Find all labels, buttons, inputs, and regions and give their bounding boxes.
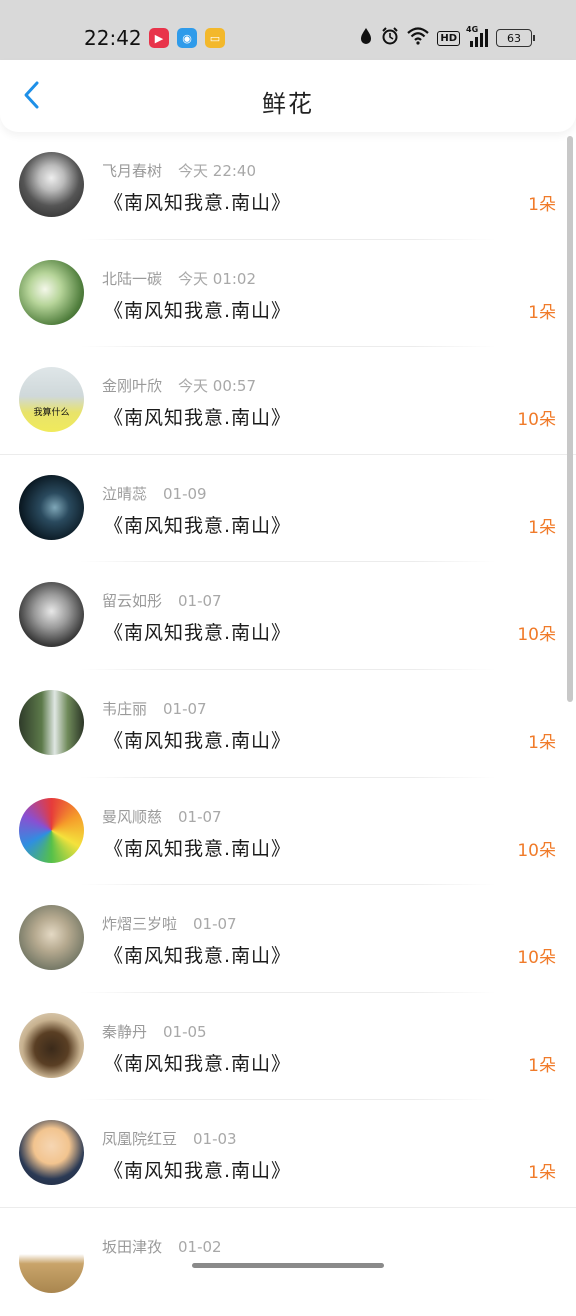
avatar: [19, 475, 84, 540]
data-saver-icon: [359, 27, 373, 49]
flower-gift-list: 飞月春树今天 22:40 《南风知我意.南山》 1朵 北陆一碳今天 01:02 …: [0, 132, 576, 1316]
hd-badge: HD: [437, 31, 460, 46]
item-meta: 秦静丹 01-05: [102, 1021, 207, 1042]
item-message: 《南风知我意.南山》: [104, 511, 291, 538]
item-meta: 凤凰院红豆 01-03: [102, 1128, 237, 1149]
send-time: 01-09: [163, 485, 207, 503]
flower-count: 1朵: [528, 513, 556, 538]
wifi-icon: [407, 27, 429, 49]
avatar: [19, 260, 84, 325]
send-time: 今天 00:57: [178, 377, 256, 395]
flower-count: 1朵: [528, 1158, 556, 1183]
send-time: 01-05: [163, 1023, 207, 1041]
list-item[interactable]: 泣晴蕊 01-09 《南风知我意.南山》 1朵: [0, 455, 576, 563]
avatar: [19, 152, 84, 217]
list-item[interactable]: 韦庄丽 01-07 《南风知我意.南山》 1朵: [0, 670, 576, 778]
flower-count: 1朵: [528, 728, 556, 753]
avatar: [19, 1120, 84, 1185]
send-time: 01-02: [178, 1238, 222, 1256]
send-time: 01-07: [193, 915, 237, 933]
list-item[interactable]: 凤凰院红豆 01-03 《南风知我意.南山》 1朵: [0, 1100, 576, 1208]
item-message: 《南风知我意.南山》: [104, 726, 291, 753]
flower-count: 1朵: [528, 190, 556, 215]
list-item[interactable]: 秦静丹 01-05 《南风知我意.南山》 1朵: [0, 993, 576, 1101]
system-icons: HD 4G 63: [359, 27, 532, 49]
item-meta: 炸熠三岁啦 01-07: [102, 913, 237, 934]
list-item[interactable]: 北陆一碳今天 01:02 《南风知我意.南山》 1朵: [0, 240, 576, 348]
send-time: 01-03: [193, 1130, 237, 1148]
avatar: [19, 690, 84, 755]
status-time: 22:42: [84, 26, 142, 50]
sender-name: 泣晴蕊: [102, 485, 147, 503]
flower-count: 10朵: [517, 620, 556, 645]
avatar: [19, 905, 84, 970]
app-header: 鲜花: [0, 60, 576, 132]
home-indicator[interactable]: [192, 1263, 384, 1268]
item-meta: 曼风顺慈 01-07: [102, 806, 222, 827]
sender-name: 北陆一碳: [102, 270, 162, 288]
send-time: 01-07: [163, 700, 207, 718]
signal-label: 4G: [466, 25, 478, 34]
item-message: 《南风知我意.南山》: [104, 188, 291, 215]
list-item[interactable]: 炸熠三岁啦 01-07 《南风知我意.南山》 10朵: [0, 885, 576, 993]
avatar: [19, 582, 84, 647]
avatar: [19, 1228, 84, 1293]
item-message: 《南风知我意.南山》: [104, 1156, 291, 1183]
item-message: 《南风知我意.南山》: [104, 296, 291, 323]
page-title: 鲜花: [0, 84, 576, 119]
flower-count: 10朵: [517, 405, 556, 430]
item-meta: 坂田津孜 01-02: [102, 1236, 222, 1257]
sender-name: 金刚叶欣: [102, 377, 162, 395]
flower-count: 1朵: [528, 298, 556, 323]
item-meta: 泣晴蕊 01-09: [102, 483, 207, 504]
sender-name: 秦静丹: [102, 1023, 147, 1041]
item-meta: 金刚叶欣今天 00:57: [102, 375, 256, 396]
list-item[interactable]: 曼风顺慈 01-07 《南风知我意.南山》 10朵: [0, 778, 576, 886]
avatar: [19, 798, 84, 863]
sender-name: 曼风顺慈: [102, 808, 162, 826]
item-meta: 北陆一碳今天 01:02: [102, 268, 256, 289]
alarm-icon: [381, 27, 399, 49]
flower-count: 10朵: [517, 943, 556, 968]
item-message: 《南风知我意.南山》: [104, 941, 291, 968]
sender-name: 凤凰院红豆: [102, 1130, 177, 1148]
item-message: 《南风知我意.南山》: [104, 618, 291, 645]
list-item[interactable]: 我算什么 金刚叶欣今天 00:57 《南风知我意.南山》 10朵: [0, 347, 576, 455]
sender-name: 飞月春树: [102, 162, 162, 180]
video-app-icon: ▶: [149, 28, 169, 48]
item-message: 《南风知我意.南山》: [104, 834, 291, 861]
avatar: [19, 1013, 84, 1078]
signal-icon: 4G: [468, 29, 488, 47]
list-item[interactable]: 飞月春树今天 22:40 《南风知我意.南山》 1朵: [0, 132, 576, 240]
scrollbar[interactable]: [567, 136, 573, 702]
sender-name: 坂田津孜: [102, 1238, 162, 1256]
book-app-icon: ▭: [205, 28, 225, 48]
list-item[interactable]: 留云如彤 01-07 《南风知我意.南山》 10朵: [0, 562, 576, 670]
flower-count: 10朵: [517, 836, 556, 861]
avatar-caption: 我算什么: [19, 405, 84, 418]
list-item[interactable]: 坂田津孜 01-02: [0, 1208, 576, 1316]
sender-name: 韦庄丽: [102, 700, 147, 718]
battery-indicator: 63: [496, 29, 532, 47]
send-time: 01-07: [178, 592, 222, 610]
send-time: 今天 01:02: [178, 270, 256, 288]
avatar: 我算什么: [19, 367, 84, 432]
status-bar: 22:42 ▶ ◉ ▭ HD 4G 63: [0, 0, 576, 60]
flower-count: 1朵: [528, 1051, 556, 1076]
item-meta: 留云如彤 01-07: [102, 590, 222, 611]
sender-name: 炸熠三岁啦: [102, 915, 177, 933]
browser-app-icon: ◉: [177, 28, 197, 48]
item-message: 《南风知我意.南山》: [104, 403, 291, 430]
send-time: 01-07: [178, 808, 222, 826]
send-time: 今天 22:40: [178, 162, 256, 180]
item-message: 《南风知我意.南山》: [104, 1049, 291, 1076]
item-meta: 韦庄丽 01-07: [102, 698, 207, 719]
item-meta: 飞月春树今天 22:40: [102, 160, 256, 181]
sender-name: 留云如彤: [102, 592, 162, 610]
